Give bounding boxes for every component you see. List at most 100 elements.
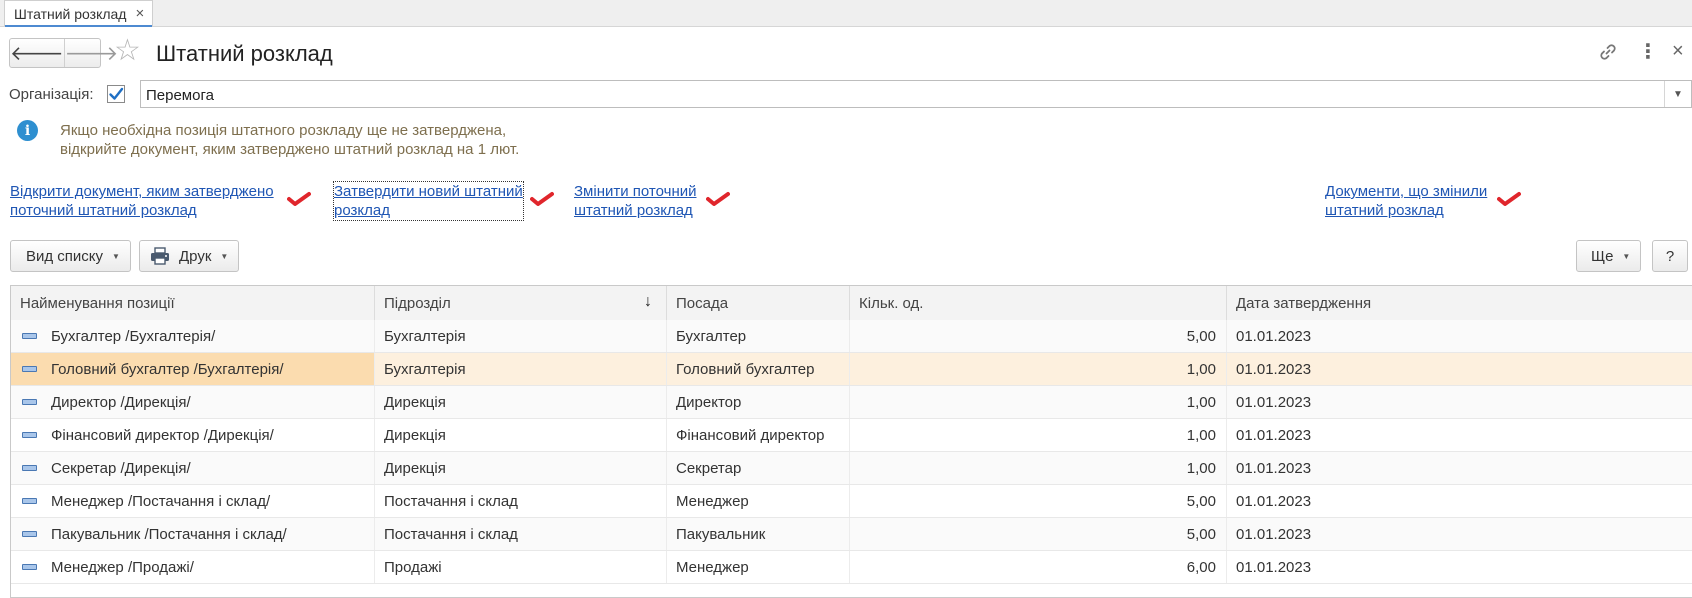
cell-department: Дирекція	[375, 386, 667, 418]
record-icon	[22, 366, 37, 372]
arrow-right-icon: 🡒	[64, 42, 119, 65]
column-header-position[interactable]: Найменування позиції	[11, 286, 375, 320]
column-header-post[interactable]: Посада	[667, 286, 850, 320]
table-row[interactable]: Секретар /Дирекція/Дирекція Секретар 1,00 0…	[11, 452, 1692, 485]
more-actions-icon[interactable]: ⋮	[1638, 42, 1658, 62]
column-header-approval-date[interactable]: Дата затвердження	[1227, 286, 1692, 320]
record-icon	[22, 399, 37, 405]
info-icon: i	[17, 120, 38, 141]
cell-post: Менеджер	[667, 485, 850, 517]
cell-approval-date: 01.01.2023	[1236, 525, 1312, 543]
cell-approval-date: 01.01.2023	[1236, 360, 1312, 378]
organization-label: Організація:	[9, 86, 94, 103]
organization-checkbox[interactable]	[107, 85, 125, 103]
organization-field[interactable]: Перемога ▼	[140, 80, 1692, 108]
check-mark-icon	[530, 192, 554, 206]
cell-post: Менеджер	[667, 551, 850, 583]
cell-post: Секретар	[667, 452, 850, 484]
check-mark-icon	[1497, 192, 1521, 206]
table-row[interactable]: Бухгалтер /Бухгалтерія/Бухгалтерія Бухгал…	[11, 320, 1692, 353]
sort-descending-icon: ↓	[644, 293, 652, 310]
arrow-left-icon: 🡐	[10, 42, 64, 65]
cell-position: Секретар /Дирекція/	[11, 452, 375, 484]
cell-position: Директор /Дирекція/	[11, 386, 375, 418]
cell-post: Бухгалтер	[667, 320, 850, 352]
tab-label: Штатний розклад	[14, 5, 127, 22]
record-icon	[22, 333, 37, 339]
print-button[interactable]: Друк ▼	[139, 240, 240, 272]
help-button[interactable]: ?	[1652, 240, 1688, 272]
cell-units: 5,00	[850, 485, 1227, 517]
info-message: Якщо необхідна позиція штатного розкладу…	[60, 121, 519, 159]
close-icon[interactable]: ×	[135, 6, 144, 21]
cell-position: Фінансовий директор /Дирекція/	[11, 419, 375, 451]
organization-value: Перемога	[146, 87, 214, 104]
favorite-star-icon[interactable]: ☆	[114, 36, 141, 66]
column-header-units[interactable]: Кільк. од.	[850, 286, 1227, 320]
table-row[interactable]: Головний бухгалтер /Бухгалтерія/Бухгалте…	[11, 353, 1692, 386]
table-row[interactable]: Фінансовий директор /Дирекція/Дирекція Фі…	[11, 419, 1692, 452]
cell-position: Бухгалтер /Бухгалтерія/	[11, 320, 375, 352]
cell-post: Пакувальник	[667, 518, 850, 550]
cell-approval-date: 01.01.2023	[1236, 426, 1312, 444]
cell-department: Постачання і склад	[375, 518, 667, 550]
record-icon	[22, 498, 37, 504]
cell-units: 5,00	[850, 518, 1227, 550]
info-line-1: Якщо необхідна позиція штатного розкладу…	[60, 122, 507, 139]
cell-post: Директор	[667, 386, 850, 418]
table-row[interactable]: Менеджер /Постачання і склад/Постачання …	[11, 485, 1692, 518]
more-button[interactable]: Ще ▼	[1576, 240, 1642, 272]
link-icon[interactable]	[1598, 42, 1618, 66]
cell-department: Бухгалтерія	[375, 353, 667, 385]
page-title: Штатний розклад	[156, 41, 333, 66]
cell-position: Головний бухгалтер /Бухгалтерія/	[11, 353, 375, 385]
table-row[interactable]: Директор /Дирекція/Дирекція Директор 1,00 0…	[11, 386, 1692, 419]
cell-units: 1,00	[850, 386, 1227, 418]
changing-documents-link[interactable]: Документи, що змінили штатний розклад	[1325, 182, 1487, 220]
back-button[interactable]: 🡐	[10, 39, 64, 67]
cell-post: Головний бухгалтер	[667, 353, 850, 385]
check-mark-icon	[706, 192, 730, 206]
column-header-department[interactable]: Підрозділ ↓	[375, 286, 667, 320]
cell-department: Дирекція	[375, 419, 667, 451]
record-icon	[22, 432, 37, 438]
cell-units: 1,00	[850, 353, 1227, 385]
open-current-schedule-link[interactable]: Відкрити документ, яким затверджено пото…	[10, 182, 274, 220]
cell-approval-date: 01.01.2023	[1236, 558, 1312, 576]
table-row[interactable]: Пакувальник /Постачання і склад/Постачан…	[11, 518, 1692, 551]
cell-post: Фінансовий директор	[667, 419, 850, 451]
cell-approval-date: 01.01.2023	[1236, 327, 1312, 345]
cell-units: 5,00	[850, 320, 1227, 352]
cell-units: 1,00	[850, 419, 1227, 451]
record-icon	[22, 564, 37, 570]
cell-department: Дирекція	[375, 452, 667, 484]
record-icon	[22, 531, 37, 537]
cell-department: Постачання і склад	[375, 485, 667, 517]
printer-icon	[151, 247, 169, 265]
cell-units: 6,00	[850, 551, 1227, 583]
tab-staff-schedule[interactable]: Штатний розклад ×	[4, 0, 154, 27]
chevron-down-icon: ▼	[1622, 251, 1631, 261]
approve-new-schedule-link[interactable]: Затвердити новий штатний розклад	[333, 181, 524, 221]
forward-button[interactable]: 🡒	[63, 39, 119, 67]
list-view-button[interactable]: Вид списку ▼	[10, 240, 131, 272]
checkmark-icon	[107, 85, 125, 103]
cell-department: Продажі	[375, 551, 667, 583]
cell-approval-date: 01.01.2023	[1236, 459, 1312, 477]
info-line-2: відкрийте документ, яким затверджено шта…	[60, 141, 520, 158]
cell-department: Бухгалтерія	[375, 320, 667, 352]
chevron-down-icon: ▼	[220, 251, 229, 261]
tab-strip: Штатний розклад ×	[0, 0, 1692, 27]
change-current-schedule-link[interactable]: Змінити поточний штатний розклад	[574, 182, 697, 220]
check-mark-icon	[287, 192, 311, 206]
cell-units: 1,00	[850, 452, 1227, 484]
navigation-buttons: 🡐 🡒	[9, 38, 118, 68]
table-row[interactable]: Менеджер /Продажі/Продажі Менеджер 6,00 01.…	[11, 551, 1692, 584]
chevron-down-icon: ▼	[112, 251, 120, 261]
chevron-down-icon: ▼	[1673, 88, 1683, 100]
cell-approval-date: 01.01.2023	[1236, 492, 1312, 510]
close-form-icon[interactable]: ×	[1672, 41, 1684, 61]
organization-dropdown-button[interactable]: ▼	[1664, 81, 1691, 107]
cell-position: Менеджер /Постачання і склад/	[11, 485, 375, 517]
tab-active-indicator	[5, 25, 153, 27]
